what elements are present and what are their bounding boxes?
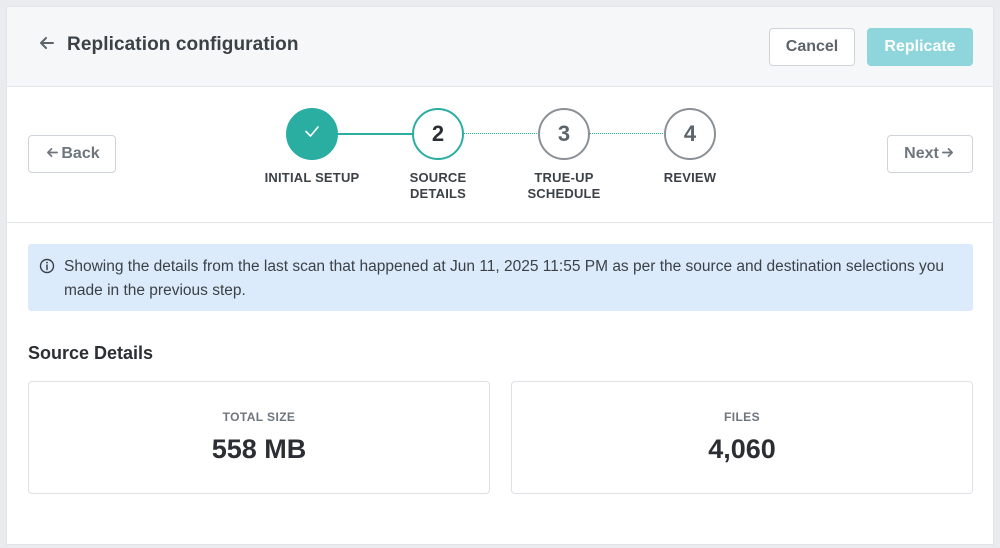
checkmark-icon (302, 121, 322, 147)
arrow-left-icon (46, 146, 59, 163)
next-button-label: Next (904, 145, 939, 162)
source-details-heading: Source Details (28, 343, 154, 363)
step-2-label: SOURCE DETAILS (409, 170, 467, 201)
files-label: FILES (723, 410, 760, 424)
files-value: 4,060 (708, 434, 776, 464)
step-2-circle[interactable]: 2 (412, 108, 464, 160)
step-3-circle[interactable]: 3 (538, 108, 590, 160)
step-3-label: TRUE-UP SCHEDULE (527, 170, 601, 201)
step-4-label: REVIEW (663, 170, 717, 185)
step-4-circle[interactable]: 4 (664, 108, 716, 160)
stepper-section: Back 2 3 4 INITIAL SETUP SOURCE DETAILS … (7, 87, 993, 223)
info-circle-icon (38, 257, 56, 275)
next-button[interactable]: Next (887, 135, 973, 173)
replicate-button[interactable]: Replicate (867, 28, 973, 66)
back-button[interactable]: Back (28, 135, 116, 173)
step-connector-2 (463, 133, 539, 134)
info-banner-text: Showing the details from the last scan t… (64, 258, 945, 299)
step-connector-1 (337, 133, 413, 135)
arrow-right-icon (941, 146, 954, 163)
step-1-circle[interactable] (286, 108, 338, 160)
total-size-label: TOTAL SIZE (222, 410, 296, 424)
back-arrow-icon[interactable] (37, 33, 57, 53)
step-connector-3 (589, 133, 665, 134)
header-bar: Replication configuration Cancel Replica… (7, 7, 993, 87)
total-size-card: TOTAL SIZE 558 MB (28, 381, 490, 494)
step-1-label: INITIAL SETUP (264, 170, 360, 185)
replication-config-panel: Replication configuration Cancel Replica… (6, 6, 994, 545)
files-card: FILES 4,060 (511, 381, 973, 494)
back-button-label: Back (61, 145, 100, 162)
total-size-value: 558 MB (211, 434, 307, 464)
page-title: Replication configuration (67, 34, 299, 55)
info-banner: Showing the details from the last scan t… (28, 244, 973, 311)
cancel-button[interactable]: Cancel (769, 28, 855, 66)
